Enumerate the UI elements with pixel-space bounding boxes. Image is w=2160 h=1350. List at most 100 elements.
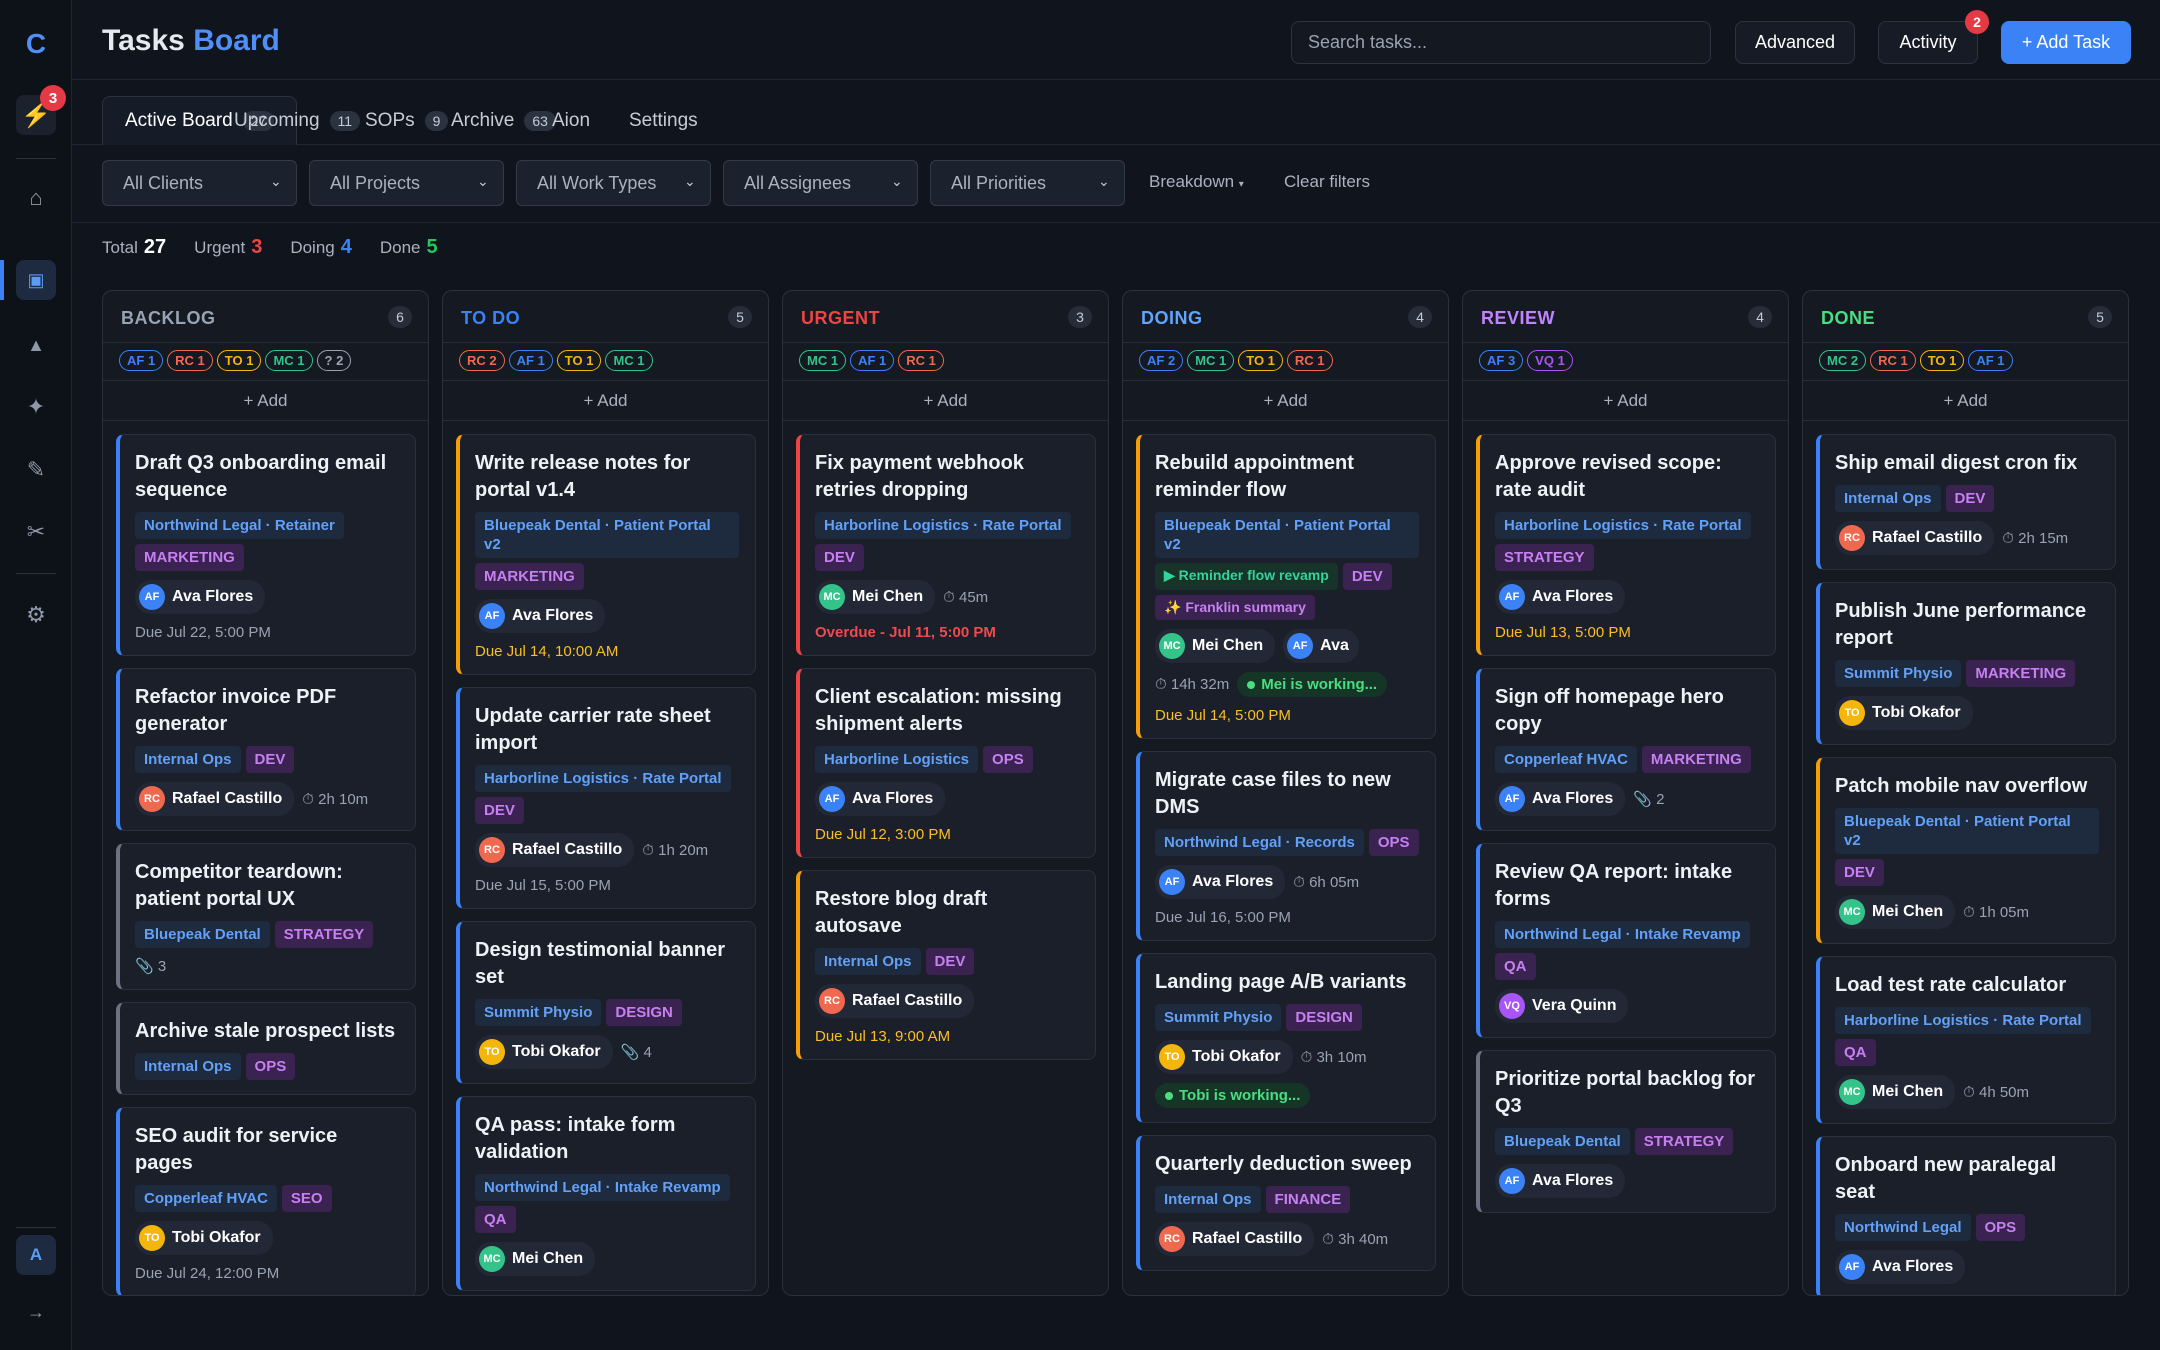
assignee-pill[interactable]: TO Tobi Okafor xyxy=(475,1035,613,1069)
task-card[interactable]: Review QA report: intake forms Northwind … xyxy=(1476,843,1776,1038)
assignee-chip[interactable]: AF 1 xyxy=(508,350,553,371)
task-card[interactable]: Rebuild appointment reminder flow Bluepea… xyxy=(1136,434,1436,739)
task-card[interactable]: Refactor invoice PDF generator Internal O… xyxy=(116,668,416,831)
settings-button[interactable]: ⚙ xyxy=(16,595,56,635)
assignee-chip[interactable]: RC 1 xyxy=(1286,350,1333,371)
breakdown-toggle[interactable]: Breakdown ▾ xyxy=(1149,172,1244,192)
assignee-pill[interactable]: RC Rafael Castillo xyxy=(475,833,635,867)
assignee-chip[interactable]: AF 1 xyxy=(119,350,164,371)
assignee-chip[interactable]: RC 1 xyxy=(898,350,944,371)
clear-filters-link[interactable]: Clear filters xyxy=(1284,172,1370,192)
user-avatar-button[interactable]: A xyxy=(16,1235,56,1275)
task-card[interactable]: Client escalation: missing shipment aler… xyxy=(796,668,1096,858)
home-button[interactable]: ⌂ xyxy=(16,178,56,218)
project-tag[interactable]: Harborline Logistics · Rate Portal xyxy=(1835,1007,2091,1034)
project-tag[interactable]: Harborline Logistics xyxy=(815,746,979,773)
task-card[interactable]: SEO audit for service pages Copperleaf HV… xyxy=(116,1107,416,1295)
project-tag[interactable]: Northwind Legal · Records xyxy=(1155,829,1364,856)
assignee-pill[interactable]: AF Ava Flores xyxy=(1495,1164,1626,1198)
assignees-filter[interactable]: All Assignees ⌄ xyxy=(723,160,918,206)
assignee-pill[interactable]: AF Ava Flores xyxy=(1835,1250,1966,1284)
assignee-pill[interactable]: RC Rafael Castillo xyxy=(1155,1222,1315,1256)
advanced-button[interactable]: Advanced xyxy=(1735,21,1855,64)
pencil-button[interactable]: ✎ xyxy=(16,450,56,490)
assignee-chip[interactable]: MC 1 xyxy=(1187,350,1235,371)
add-card-button[interactable]: + Add xyxy=(1123,381,1448,421)
assignee-chip[interactable]: MC 1 xyxy=(605,350,653,371)
add-card-button[interactable]: + Add xyxy=(1463,381,1788,421)
assignee-pill[interactable]: AF Ava Flores xyxy=(815,782,946,816)
project-tag[interactable]: Bluepeak Dental · Patient Portal v2 xyxy=(1835,808,2099,854)
project-tag[interactable]: Bluepeak Dental · Patient Portal v2 xyxy=(475,512,739,558)
project-tag[interactable]: Summit Physio xyxy=(1155,1004,1282,1031)
assignee-chip[interactable]: MC 2 xyxy=(1819,350,1867,371)
assignee-pill[interactable]: MC Mei Chen xyxy=(1835,895,1956,929)
task-card[interactable]: Write release notes for portal v1.4 Bluep… xyxy=(456,434,756,675)
assignee-chip[interactable]: AF 2 xyxy=(1139,350,1184,371)
assignee-pill[interactable]: MC Mei Chen xyxy=(815,580,936,614)
task-card[interactable]: Quarterly deduction sweep Internal Ops FIN… xyxy=(1136,1135,1436,1271)
assignee-pill[interactable]: TO Tobi Okafor xyxy=(135,1221,273,1255)
sparkle-button[interactable]: ✦ xyxy=(16,387,56,427)
task-card[interactable]: Load test rate calculator Harborline Logi… xyxy=(1816,956,2116,1124)
project-tag[interactable]: Bluepeak Dental xyxy=(135,921,270,948)
task-card[interactable]: Patch mobile nav overflow Bluepeak Dental… xyxy=(1816,757,2116,944)
assignee-pill[interactable]: VQ Vera Quinn xyxy=(1495,989,1629,1023)
assignee-pill[interactable]: MC Mei Chen xyxy=(1835,1075,1956,1109)
projects-filter[interactable]: All Projects ⌄ xyxy=(309,160,504,206)
project-tag[interactable]: Northwind Legal · Retainer xyxy=(135,512,344,539)
task-card[interactable]: Onboard new paralegal seat Northwind Lega… xyxy=(1816,1136,2116,1295)
task-card[interactable]: Competitor teardown: patient portal UX Bl… xyxy=(116,843,416,990)
task-card[interactable]: Restore blog draft autosave Internal Ops D… xyxy=(796,870,1096,1060)
task-card[interactable]: Migrate case files to new DMS Northwind L… xyxy=(1136,751,1436,941)
assignee-pill[interactable]: AF Ava Flores xyxy=(475,599,606,633)
project-tag[interactable]: Internal Ops xyxy=(1155,1186,1261,1213)
assignee-pill[interactable]: RC Rafael Castillo xyxy=(815,984,975,1018)
priorities-filter[interactable]: All Priorities ⌄ xyxy=(930,160,1125,206)
assignee-chip[interactable]: VQ 1 xyxy=(1527,350,1573,371)
assignee-chip[interactable]: AF 1 xyxy=(1968,350,2013,371)
project-tag[interactable]: Harborline Logistics · Rate Portal xyxy=(815,512,1071,539)
assignee-chip[interactable]: AF 1 xyxy=(850,350,895,371)
project-tag[interactable]: Copperleaf HVAC xyxy=(135,1185,277,1212)
assignee-pill[interactable]: TO Tobi Okafor xyxy=(1835,696,1973,730)
task-card[interactable]: Design testimonial banner set Summit Phys… xyxy=(456,921,756,1084)
add-card-button[interactable]: + Add xyxy=(103,381,428,421)
tab-aion[interactable]: Aion xyxy=(530,96,612,145)
assignee-chip[interactable]: RC 1 xyxy=(1870,350,1916,371)
triangle-button[interactable]: ▲ xyxy=(16,325,56,365)
assignee-chip[interactable]: TO 1 xyxy=(1238,350,1283,371)
project-tag[interactable]: Internal Ops xyxy=(135,746,241,773)
assignee-chip[interactable]: TO 1 xyxy=(556,350,602,371)
task-card[interactable]: Fix payment webhook retries dropping Harb… xyxy=(796,434,1096,656)
assignee-chip[interactable]: ? 2 xyxy=(316,350,352,371)
assignee-chip[interactable]: MC 1 xyxy=(265,350,313,371)
assignee-pill[interactable]: AF Ava Flores xyxy=(1155,865,1286,899)
assignee-pill[interactable]: MC Mei Chen xyxy=(1155,629,1276,663)
project-tag[interactable]: Bluepeak Dental · Patient Portal v2 xyxy=(1155,512,1419,558)
work-types-filter[interactable]: All Work Types ⌄ xyxy=(516,160,711,206)
project-tag[interactable]: Copperleaf HVAC xyxy=(1495,746,1637,773)
app-logo[interactable]: C xyxy=(0,28,72,60)
project-tag[interactable]: Northwind Legal · Intake Revamp xyxy=(475,1174,730,1201)
task-card[interactable]: Draft Q3 onboarding email sequence Northw… xyxy=(116,434,416,656)
assignee-pill[interactable]: AF Ava Flores xyxy=(1495,782,1626,816)
assignee-chip[interactable]: RC 1 xyxy=(167,350,213,371)
board-button[interactable]: ▣ xyxy=(16,260,56,300)
clients-filter[interactable]: All Clients ⌄ xyxy=(102,160,297,206)
project-tag[interactable]: Harborline Logistics · Rate Portal xyxy=(475,765,731,792)
project-tag[interactable]: Internal Ops xyxy=(815,948,921,975)
add-card-button[interactable]: + Add xyxy=(1803,381,2128,421)
assignee-pill[interactable]: TO Tobi Okafor xyxy=(1155,1040,1293,1074)
assignee-chip[interactable]: RC 2 xyxy=(459,350,505,371)
task-card[interactable]: Archive stale prospect lists Internal Ops… xyxy=(116,1002,416,1095)
add-task-button[interactable]: + Add Task xyxy=(2001,21,2131,64)
add-card-button[interactable]: + Add xyxy=(443,381,768,421)
assignee-chip[interactable]: MC 1 xyxy=(799,350,847,371)
task-card[interactable]: QA pass: intake form validation Northwind… xyxy=(456,1096,756,1291)
assignee-chip[interactable]: TO 1 xyxy=(216,350,262,371)
project-tag[interactable]: Summit Physio xyxy=(1835,660,1962,687)
task-card[interactable]: Landing page A/B variants Summit Physio DE… xyxy=(1136,953,1436,1123)
add-card-button[interactable]: + Add xyxy=(783,381,1108,421)
assignee-pill[interactable]: AF Ava xyxy=(1283,629,1359,663)
